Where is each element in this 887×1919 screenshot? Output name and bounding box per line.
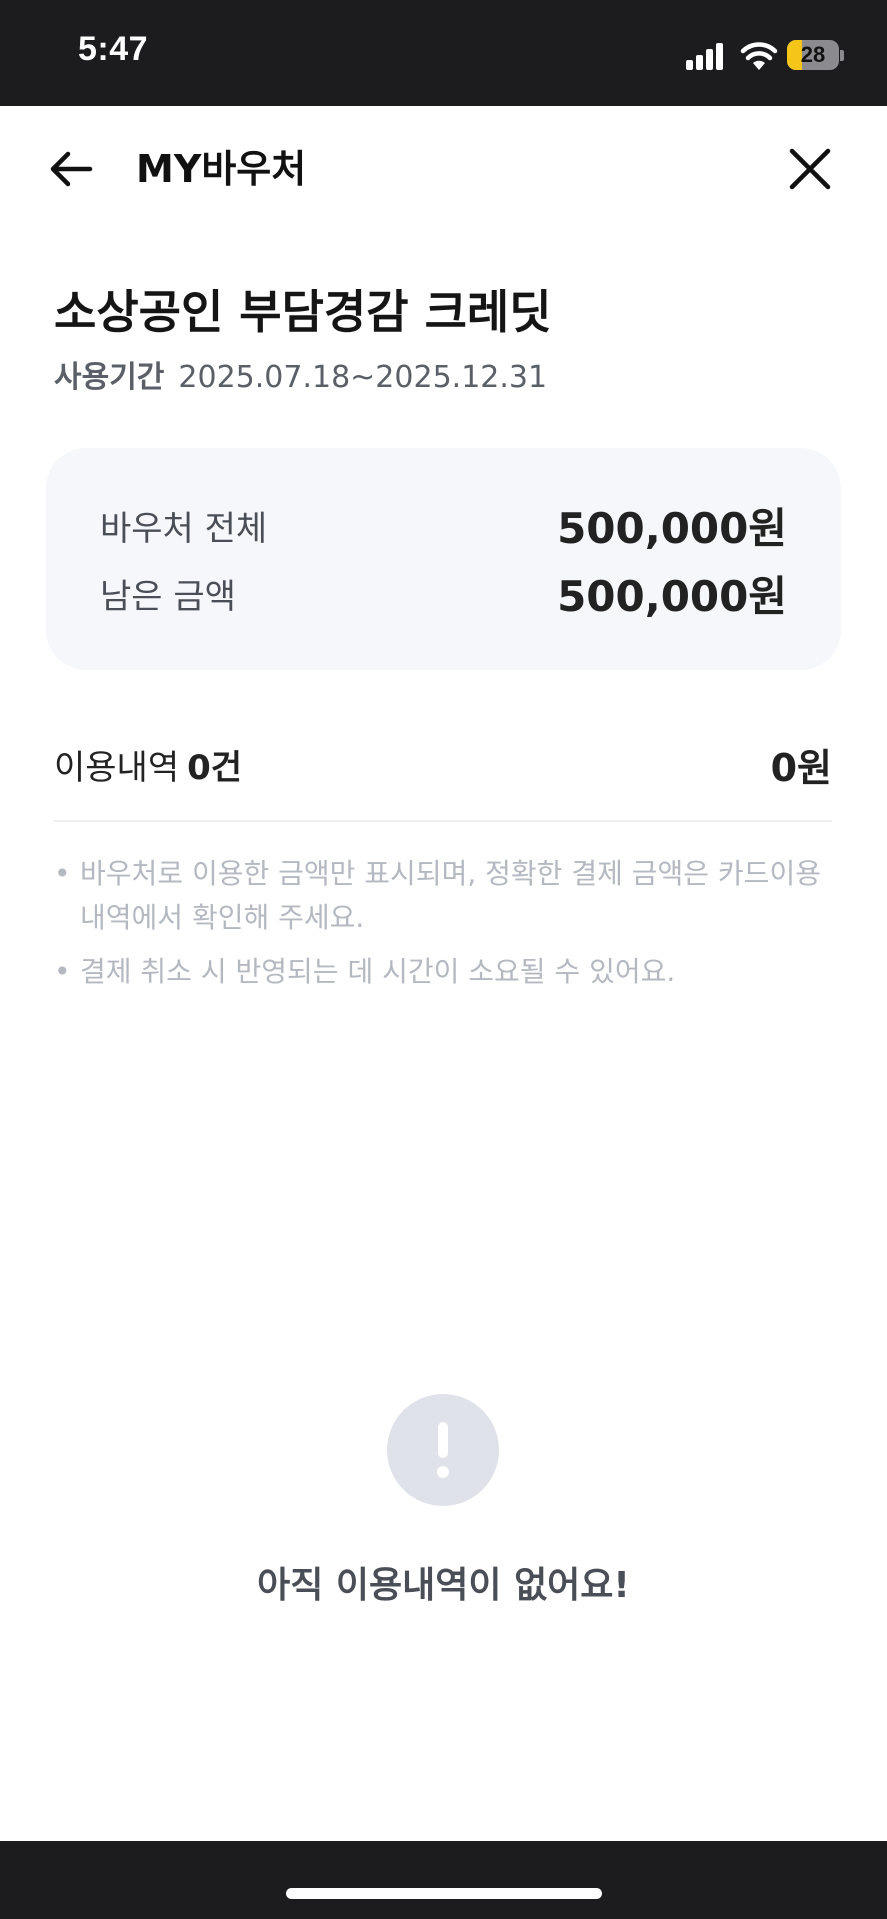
arrow-left-icon bbox=[50, 151, 93, 187]
usage-history-header: 이용내역 0건 0원 bbox=[54, 740, 832, 796]
empty-state-message: 아직 이용내역이 없어요! bbox=[257, 1565, 630, 1606]
summary-row-remaining: 남은 금액 500,000원 bbox=[100, 569, 787, 625]
cellular-signal-icon bbox=[686, 42, 726, 70]
notice-text: 결제 취소 시 반영되는 데 시간이 소요될 수 있어요. bbox=[80, 955, 676, 988]
battery-icon: 28 bbox=[787, 40, 844, 72]
notice-item: • 결제 취소 시 반영되는 데 시간이 소요될 수 있어요. bbox=[54, 950, 844, 994]
usage-period: 사용기간 2025.07.18~2025.12.31 bbox=[54, 356, 547, 400]
battery-level: 28 bbox=[800, 42, 826, 67]
notice-list: • 바우처로 이용한 금액만 표시되며, 정확한 결제 금액은 카드이용내역에서… bbox=[54, 852, 844, 1004]
close-icon bbox=[789, 148, 831, 190]
bullet-icon: • bbox=[54, 857, 71, 890]
back-button[interactable] bbox=[44, 141, 100, 197]
divider bbox=[54, 820, 832, 822]
voucher-summary-card: 바우처 전체 500,000원 남은 금액 500,000원 bbox=[46, 448, 841, 670]
exclamation-bar bbox=[438, 1422, 448, 1458]
exclamation-circle-icon bbox=[387, 1394, 499, 1506]
status-bar: 5:47 28 bbox=[0, 0, 887, 106]
summary-total-value: 500,000원 bbox=[557, 504, 787, 553]
status-time: 5:47 bbox=[78, 30, 149, 68]
battery-tip bbox=[840, 50, 844, 61]
voucher-detail-screen: 5:47 28 MY바우처 소상공인 부담경감 크레딧 사용기간 2025.07… bbox=[0, 0, 887, 1919]
home-bar bbox=[0, 1841, 887, 1919]
summary-remaining-label: 남은 금액 bbox=[100, 577, 236, 617]
voucher-title: 소상공인 부담경감 크레딧 bbox=[54, 285, 552, 339]
usage-history-label: 이용내역 0건 bbox=[54, 740, 242, 796]
app-header: MY바우처 bbox=[0, 106, 887, 236]
notice-item: • 바우처로 이용한 금액만 표시되며, 정확한 결제 금액은 카드이용내역에서… bbox=[54, 852, 844, 940]
bullet-icon: • bbox=[54, 955, 71, 988]
usage-history-title: 이용내역 bbox=[54, 748, 180, 788]
usage-period-label: 사용기간 bbox=[54, 360, 165, 395]
usage-history-amount: 0원 bbox=[770, 746, 832, 790]
page-title: MY바우처 bbox=[136, 147, 307, 191]
usage-history-count: 0건 bbox=[187, 748, 243, 788]
notice-text: 바우처로 이용한 금액만 표시되며, 정확한 결제 금액은 카드이용내역에서 확… bbox=[80, 857, 821, 934]
home-indicator[interactable] bbox=[286, 1888, 602, 1899]
close-button[interactable] bbox=[782, 141, 838, 197]
summary-total-label: 바우처 전체 bbox=[100, 509, 268, 549]
exclamation-dot bbox=[437, 1466, 449, 1478]
battery-body: 28 bbox=[787, 40, 839, 70]
wifi-icon bbox=[740, 42, 778, 70]
summary-row-total: 바우처 전체 500,000원 bbox=[100, 501, 787, 557]
usage-period-value: 2025.07.18~2025.12.31 bbox=[178, 360, 548, 395]
summary-remaining-value: 500,000원 bbox=[557, 572, 787, 621]
